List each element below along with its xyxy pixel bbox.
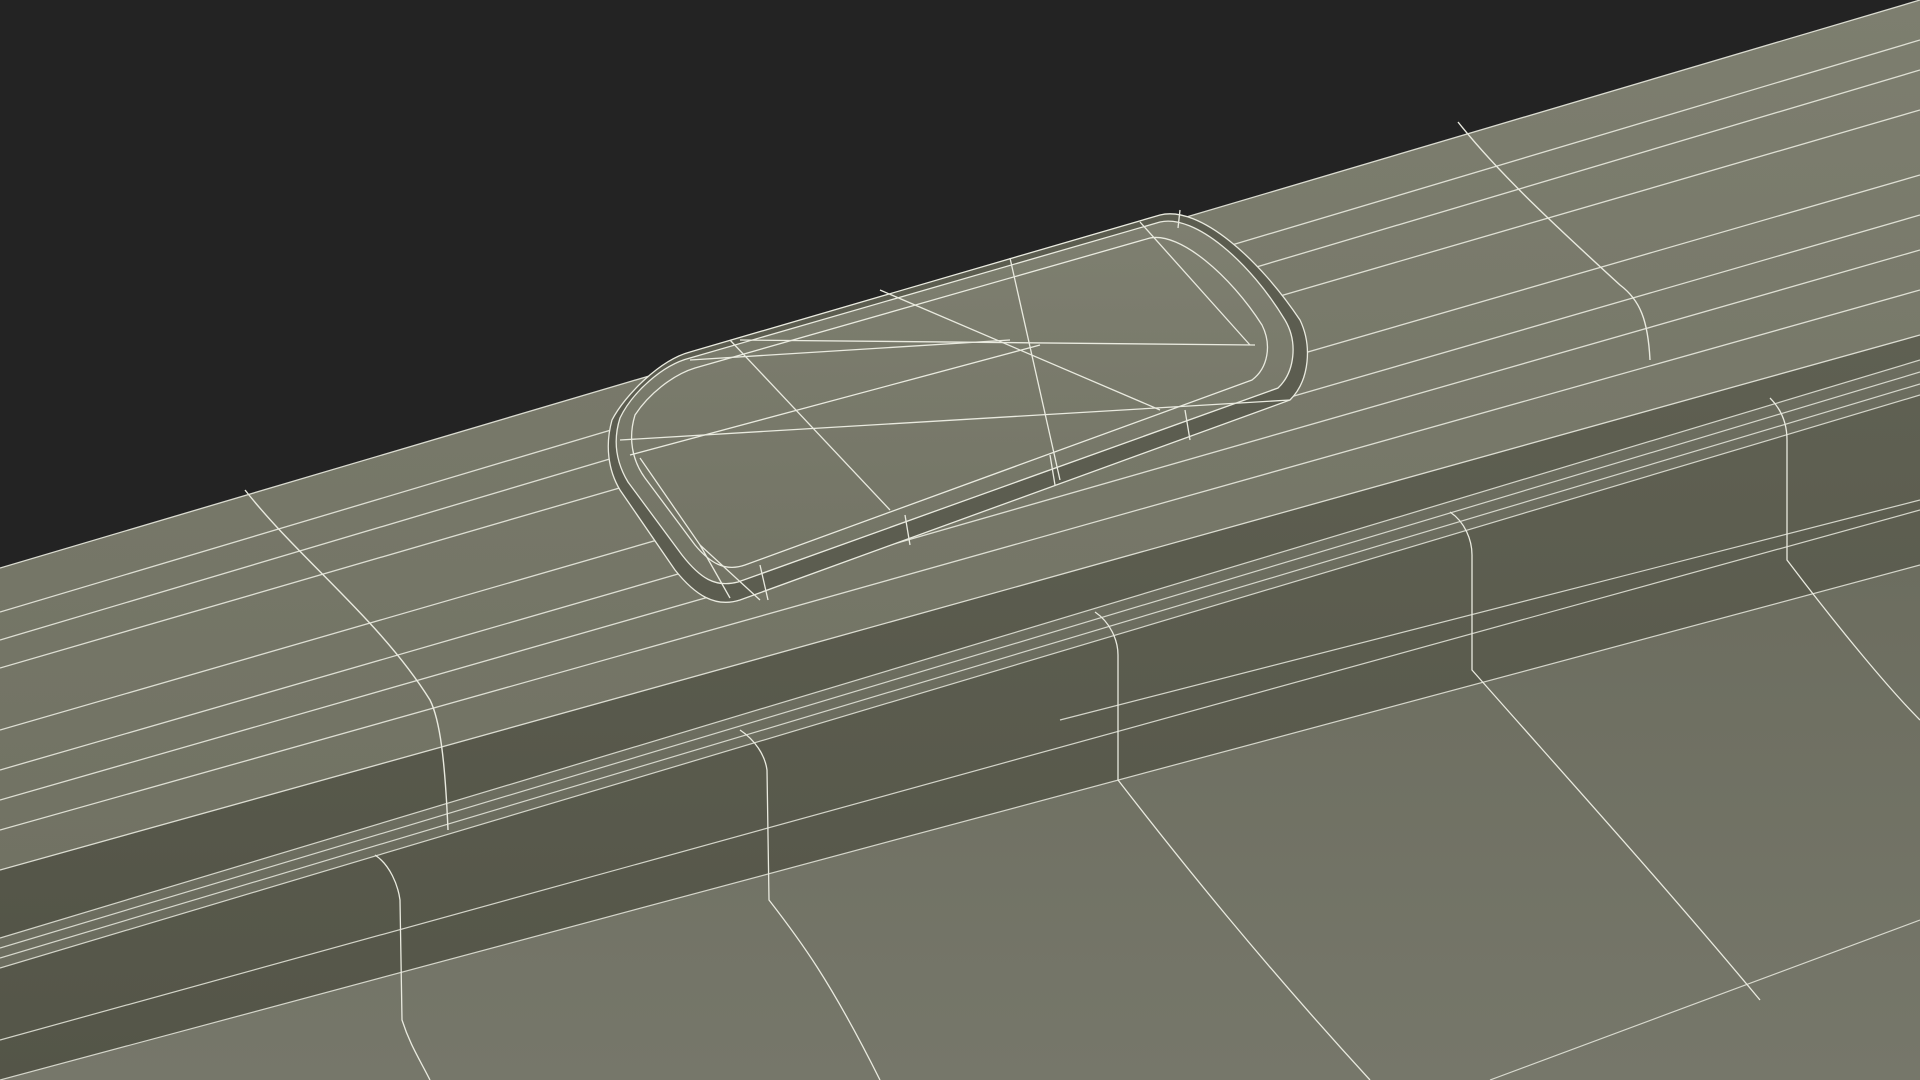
wireframe-render bbox=[0, 0, 1920, 1080]
render-viewport bbox=[0, 0, 1920, 1080]
